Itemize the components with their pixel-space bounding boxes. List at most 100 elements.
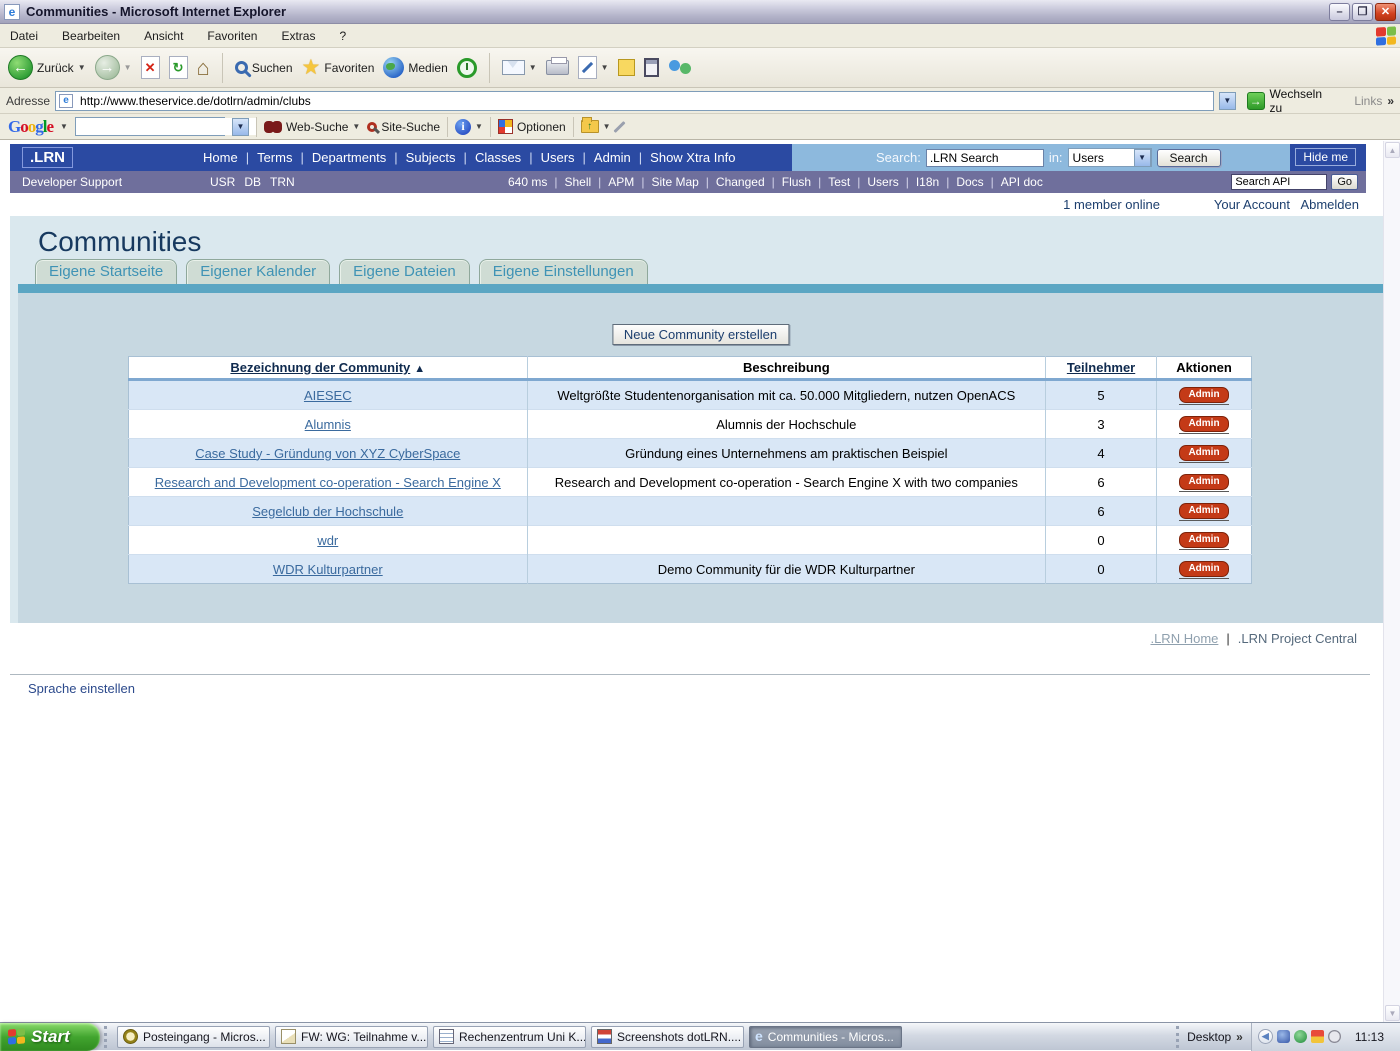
google-search-dropdown-icon[interactable]: ▼ xyxy=(232,118,249,136)
home-button[interactable]: ⌂ xyxy=(197,57,210,79)
mode-db[interactable]: DB xyxy=(244,175,261,189)
task-screenshots[interactable]: Screenshots dotLRN.... xyxy=(591,1026,744,1048)
task-mail-message[interactable]: FW: WG: Teilnahme v... xyxy=(275,1026,428,1048)
menu-bearbeiten[interactable]: Bearbeiten xyxy=(62,29,120,43)
tab-eigener-kalender[interactable]: Eigener Kalender xyxy=(186,259,330,284)
discuss-button[interactable] xyxy=(618,59,635,76)
logout-link[interactable]: Abmelden xyxy=(1300,197,1359,212)
page-info-button[interactable]: i ▼ xyxy=(455,119,483,135)
nav-show-xtra-info[interactable]: Show Xtra Info xyxy=(631,150,736,165)
your-account-link[interactable]: Your Account xyxy=(1214,197,1290,212)
api-go-button[interactable]: Go xyxy=(1331,174,1358,190)
tray-icon-updates[interactable] xyxy=(1311,1030,1324,1043)
dev-link-users[interactable]: Users xyxy=(850,175,898,189)
mail-button[interactable]: ▼ xyxy=(502,60,537,75)
developer-support-label[interactable]: Developer Support xyxy=(22,175,122,189)
address-input[interactable] xyxy=(78,93,1210,109)
dev-link-apm[interactable]: APM xyxy=(591,175,634,189)
task-posteingang[interactable]: Posteingang - Micros... xyxy=(117,1026,270,1048)
mode-usr[interactable]: USR xyxy=(210,175,235,189)
messenger-button[interactable] xyxy=(668,58,692,78)
dev-link-test[interactable]: Test xyxy=(811,175,850,189)
community-link[interactable]: wdr xyxy=(317,533,338,548)
site-search-button[interactable]: Site-Suche xyxy=(367,120,440,134)
tray-icon-volume[interactable] xyxy=(1328,1030,1341,1043)
lrn-search-button[interactable]: Search xyxy=(1157,149,1221,167)
community-link[interactable]: WDR Kulturpartner xyxy=(273,562,383,577)
google-dropdown-icon[interactable]: ▼ xyxy=(60,122,68,131)
dev-link-flush[interactable]: Flush xyxy=(765,175,811,189)
task-communities-active[interactable]: e Communities - Micros... xyxy=(749,1026,902,1048)
google-logo[interactable]: Google xyxy=(8,117,53,137)
menu-extras[interactable]: Extras xyxy=(281,29,315,43)
admin-action-link[interactable]: Admin xyxy=(1179,472,1228,492)
tab-eigene-dateien[interactable]: Eigene Dateien xyxy=(339,259,470,284)
mail-dropdown-icon[interactable]: ▼ xyxy=(529,63,537,72)
desktop-toolbar[interactable]: Desktop » xyxy=(1176,1026,1251,1048)
menu-favoriten[interactable]: Favoriten xyxy=(207,29,257,43)
address-dropdown-icon[interactable]: ▼ xyxy=(1219,92,1236,110)
admin-action-link[interactable]: Admin xyxy=(1179,530,1228,550)
sidebar-tool-button[interactable] xyxy=(644,58,659,77)
community-link[interactable]: Research and Development co-operation - … xyxy=(155,475,501,490)
highlight-button[interactable] xyxy=(618,120,621,134)
taskbar-clock[interactable]: 11:13 xyxy=(1345,1030,1394,1044)
history-button[interactable] xyxy=(457,58,477,78)
dev-link-changed[interactable]: Changed xyxy=(699,175,765,189)
dev-link-shell[interactable]: Shell xyxy=(547,175,591,189)
lrn-search-input[interactable] xyxy=(926,149,1044,167)
search-button[interactable]: Suchen xyxy=(235,61,293,75)
scroll-down-icon[interactable]: ▼ xyxy=(1385,1005,1400,1021)
favorites-button[interactable]: ★ Favoriten xyxy=(302,57,375,78)
print-button[interactable] xyxy=(546,60,569,75)
api-search-input[interactable] xyxy=(1231,174,1327,190)
minimize-button[interactable]: – xyxy=(1329,3,1350,21)
nav-subjects[interactable]: Subjects xyxy=(386,150,455,165)
community-link[interactable]: Segelclub der Hochschule xyxy=(252,504,403,519)
nav-users[interactable]: Users xyxy=(521,150,574,165)
dev-link-site-map[interactable]: Site Map xyxy=(634,175,698,189)
community-link[interactable]: Case Study - Gründung von XYZ CyberSpace xyxy=(195,446,460,461)
forward-button[interactable]: → ▼ xyxy=(95,55,132,80)
dev-timing[interactable]: 640 ms xyxy=(508,175,547,189)
close-button[interactable]: ✕ xyxy=(1375,3,1396,21)
nav-admin[interactable]: Admin xyxy=(575,150,631,165)
go-button[interactable]: → Wechseln zu xyxy=(1241,86,1344,116)
scroll-up-icon[interactable]: ▲ xyxy=(1385,142,1400,158)
scope-dropdown-icon[interactable]: ▼ xyxy=(1134,149,1151,167)
community-link[interactable]: AIESEC xyxy=(304,388,352,403)
tab-eigene-einstellungen[interactable]: Eigene Einstellungen xyxy=(479,259,648,284)
admin-action-link[interactable]: Admin xyxy=(1179,559,1228,579)
lrn-home-link[interactable]: .LRN Home xyxy=(1150,631,1218,646)
admin-action-link[interactable]: Admin xyxy=(1179,385,1228,405)
google-search-input[interactable] xyxy=(76,118,257,135)
stop-button[interactable]: ✕ xyxy=(141,56,160,79)
nav-terms[interactable]: Terms xyxy=(238,150,293,165)
dev-link-docs[interactable]: Docs xyxy=(939,175,983,189)
menu-help[interactable]: ? xyxy=(339,29,346,43)
tab-eigene-startseite[interactable]: Eigene Startseite xyxy=(35,259,177,284)
header-members-sort[interactable]: Teilnehmer xyxy=(1067,360,1135,375)
admin-action-link[interactable]: Admin xyxy=(1179,501,1228,521)
admin-action-link[interactable]: Admin xyxy=(1179,443,1228,463)
links-chevron-icon[interactable]: » xyxy=(1387,94,1394,108)
forward-dropdown-icon[interactable]: ▼ xyxy=(124,63,132,72)
nav-home[interactable]: Home xyxy=(203,150,238,165)
desktop-chevron-icon[interactable]: » xyxy=(1236,1030,1243,1044)
nav-classes[interactable]: Classes xyxy=(456,150,522,165)
edit-dropdown-icon[interactable]: ▼ xyxy=(601,63,609,72)
folder-up-button[interactable]: ↑ ▼ xyxy=(581,120,611,133)
header-name-sort[interactable]: Bezeichnung der Community xyxy=(230,360,410,375)
start-button[interactable]: Start xyxy=(0,1023,100,1051)
dev-link-i18n[interactable]: I18n xyxy=(899,175,939,189)
back-button[interactable]: ← Zurück ▼ xyxy=(8,55,86,80)
options-button[interactable]: Optionen xyxy=(498,119,566,134)
restore-button[interactable]: ❐ xyxy=(1352,3,1373,21)
hide-me-link[interactable]: Hide me xyxy=(1295,148,1356,166)
set-language-link[interactable]: Sprache einstellen xyxy=(28,681,135,696)
menu-datei[interactable]: Datei xyxy=(10,29,38,43)
mode-trn[interactable]: TRN xyxy=(270,175,295,189)
vertical-scrollbar[interactable]: ▲ ▼ xyxy=(1383,141,1400,1022)
media-button[interactable]: Medien xyxy=(383,57,447,78)
tray-icon-antivirus[interactable] xyxy=(1294,1030,1307,1043)
